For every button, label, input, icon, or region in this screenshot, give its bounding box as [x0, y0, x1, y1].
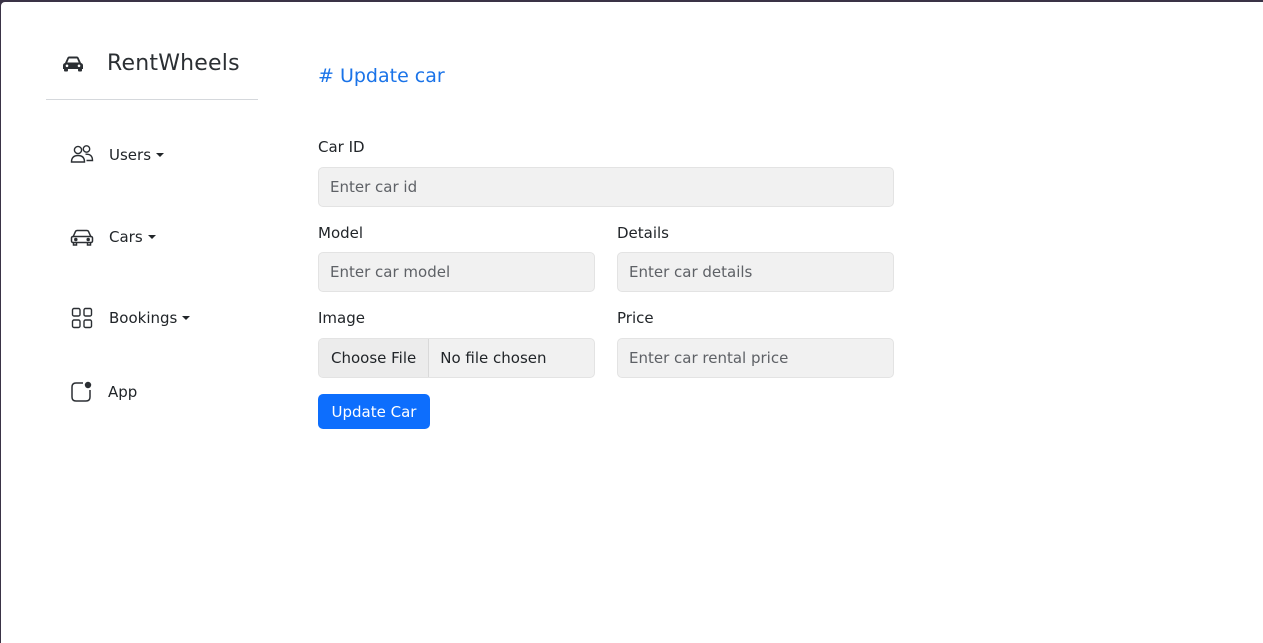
update-car-button[interactable]: Update Car	[318, 394, 430, 429]
sidebar-item-label: App	[108, 383, 138, 401]
car-id-label: Car ID	[318, 138, 365, 156]
details-label: Details	[617, 224, 670, 242]
sidebar-item-label: Cars	[109, 228, 143, 246]
image-file-input[interactable]: Choose File No file chosen	[318, 338, 595, 378]
brand[interactable]: RentWheels	[46, 42, 258, 100]
price-label: Price	[617, 309, 654, 327]
sidebar-item-label: Users	[109, 146, 152, 164]
sidebar-item-cars[interactable]: Cars	[69, 224, 156, 250]
price-input[interactable]	[617, 338, 894, 378]
details-input[interactable]	[617, 252, 894, 292]
app-name: RentWheels	[107, 51, 240, 76]
caret-down-icon	[147, 235, 156, 239]
file-status: No file chosen	[440, 349, 547, 367]
users-icon	[69, 142, 95, 168]
car-icon	[69, 224, 95, 250]
caret-down-icon	[156, 153, 165, 157]
app-notification-icon	[68, 379, 94, 405]
car-id-input[interactable]	[318, 167, 894, 207]
sidebar-item-users[interactable]: Users	[69, 142, 165, 168]
grid-icon	[69, 305, 95, 331]
sidebar-item-label: Bookings	[109, 309, 178, 327]
image-label: Image	[318, 309, 365, 327]
caret-down-icon	[182, 316, 191, 320]
car-icon	[60, 51, 86, 77]
choose-file-button[interactable]: Choose File	[319, 339, 430, 377]
model-input[interactable]	[318, 252, 595, 292]
sidebar-item-bookings[interactable]: Bookings	[69, 305, 191, 331]
app-window: RentWheels Users Cars Bookings App # Upd…	[1, 2, 1263, 643]
sidebar-item-app[interactable]: App	[68, 379, 137, 405]
page-title: # Update car	[318, 65, 445, 87]
model-label: Model	[318, 224, 364, 242]
